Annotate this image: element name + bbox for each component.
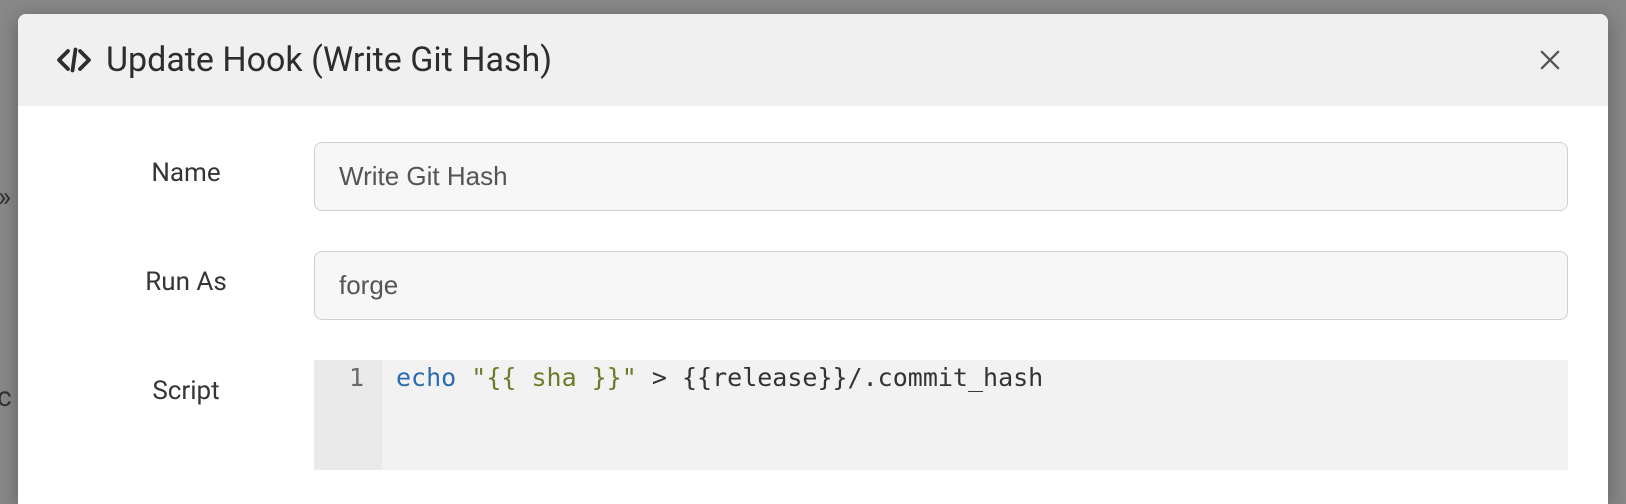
runas-field-wrap: [314, 251, 1568, 320]
code-token-string: "{{ sha }}": [456, 363, 637, 392]
background-fragment: »: [0, 180, 11, 213]
form-row-runas: Run As: [58, 251, 1568, 320]
code-token-keyword: echo: [396, 363, 456, 392]
close-icon: [1536, 46, 1564, 74]
update-hook-modal: Update Hook (Write Git Hash) Name Run As…: [18, 14, 1608, 504]
code-token-plain: > {{release}}/.commit_hash: [637, 363, 1043, 392]
name-label: Name: [58, 142, 314, 188]
code-gutter: 1: [314, 360, 382, 470]
form-row-name: Name: [58, 142, 1568, 211]
modal-title-wrap: Update Hook (Write Git Hash): [56, 40, 552, 80]
runas-label: Run As: [58, 251, 314, 297]
modal-title: Update Hook (Write Git Hash): [106, 40, 552, 80]
background-fragment: c: [0, 380, 12, 413]
script-editor[interactable]: 1 echo "{{ sha }}" > {{release}}/.commit…: [314, 360, 1568, 470]
name-input[interactable]: [314, 142, 1568, 211]
runas-input[interactable]: [314, 251, 1568, 320]
name-field-wrap: [314, 142, 1568, 211]
script-label: Script: [58, 360, 314, 406]
code-content[interactable]: echo "{{ sha }}" > {{release}}/.commit_h…: [382, 360, 1568, 470]
modal-header: Update Hook (Write Git Hash): [18, 14, 1608, 106]
line-number: 1: [314, 363, 364, 392]
code-icon: [56, 42, 92, 78]
script-field-wrap: 1 echo "{{ sha }}" > {{release}}/.commit…: [314, 360, 1568, 470]
modal-body: Name Run As Script 1 echo "{{ sha }}" > …: [18, 106, 1608, 504]
close-button[interactable]: [1530, 40, 1570, 80]
form-row-script: Script 1 echo "{{ sha }}" > {{release}}/…: [58, 360, 1568, 470]
